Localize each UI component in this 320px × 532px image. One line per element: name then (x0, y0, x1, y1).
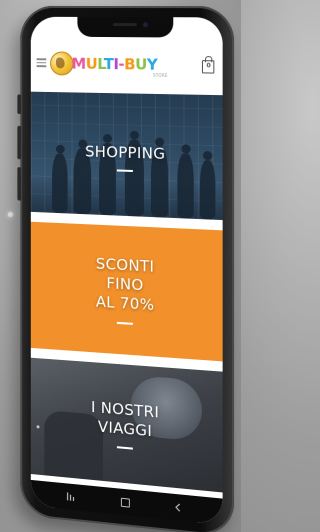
brand-letters: MULTI-BUY (72, 55, 158, 74)
site-header: MULTI-BUY STORE 0 (30, 40, 223, 92)
light-reflection (8, 212, 13, 217)
banner-viaggi[interactable]: I NOSTRI VIAGGI (30, 357, 223, 493)
recent-apps-button[interactable] (62, 487, 80, 507)
shopping-bag-button[interactable]: 0 (201, 56, 215, 74)
front-camera-icon (142, 22, 148, 28)
phone-body: MULTI-BUY STORE 0 SHOPPING SCONTI FINO A… (17, 5, 235, 532)
recent-apps-icon (62, 487, 80, 507)
brand-letter: T (103, 55, 114, 74)
speaker-grille (112, 23, 137, 27)
banner-shopping[interactable]: SHOPPING (30, 91, 223, 221)
scene: MULTI-BUY STORE 0 SHOPPING SCONTI FINO A… (0, 0, 241, 532)
notch (77, 16, 174, 38)
title-underline (116, 446, 133, 450)
hamburger-icon[interactable] (36, 58, 47, 67)
brand-letter: U (85, 54, 98, 73)
globe-icon (50, 51, 74, 76)
banner-sconti[interactable]: SCONTI FINO AL 70% (30, 221, 223, 362)
phone-screen: MULTI-BUY STORE 0 SHOPPING SCONTI FINO A… (30, 16, 223, 526)
brand-name: MULTI-BUY (72, 55, 158, 74)
title-underline (116, 321, 133, 325)
back-button[interactable] (169, 497, 187, 517)
brand-letter: M (71, 54, 86, 73)
cart-count: 0 (206, 62, 211, 70)
brand-letter: B (124, 55, 136, 74)
volume-down-button (17, 167, 22, 201)
home-button[interactable] (116, 492, 134, 512)
brand-letter: Y (146, 55, 158, 74)
back-icon (173, 502, 182, 513)
banner-title-sconti: SCONTI FINO AL 70% (31, 251, 223, 319)
volume-up-button (17, 125, 22, 160)
home-icon (120, 497, 130, 508)
brand-letter: U (135, 55, 147, 74)
brand-tagline: STORE (153, 72, 168, 78)
mute-switch (17, 94, 22, 115)
brand-logo[interactable]: MULTI-BUY STORE (50, 48, 198, 80)
phone-mockup: MULTI-BUY STORE 0 SHOPPING SCONTI FINO A… (17, 5, 235, 532)
